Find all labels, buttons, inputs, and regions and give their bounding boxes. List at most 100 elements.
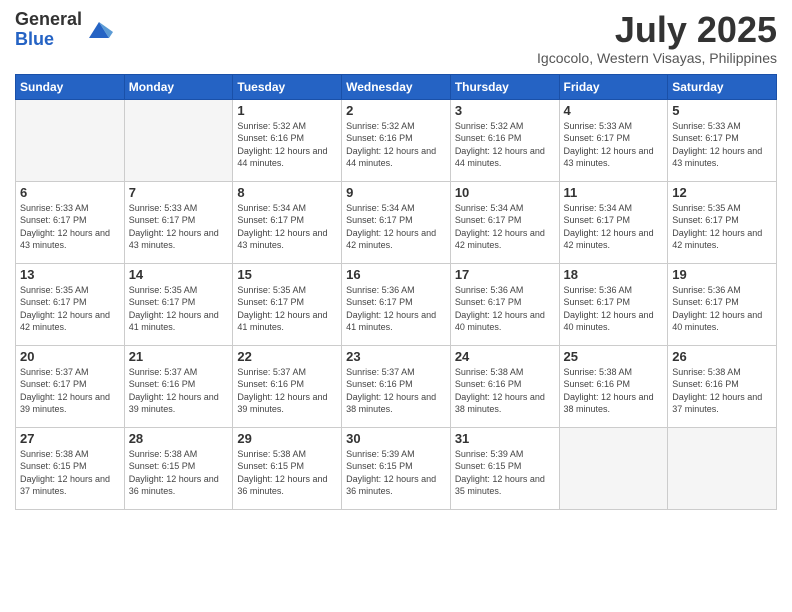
day-info: Sunrise: 5:33 AM Sunset: 6:17 PM Dayligh…	[20, 202, 120, 252]
calendar-cell: 14 Sunrise: 5:35 AM Sunset: 6:17 PM Dayli…	[124, 263, 233, 345]
weekday-header-thursday: Thursday	[450, 74, 559, 99]
day-info: Sunrise: 5:33 AM Sunset: 6:17 PM Dayligh…	[672, 120, 772, 170]
weekday-header-friday: Friday	[559, 74, 668, 99]
day-info: Sunrise: 5:32 AM Sunset: 6:16 PM Dayligh…	[237, 120, 337, 170]
calendar-cell: 8 Sunrise: 5:34 AM Sunset: 6:17 PM Daylig…	[233, 181, 342, 263]
calendar-cell: 28Sunrise: 5:38 AM Sunset: 6:15 PM Dayli…	[124, 427, 233, 509]
day-number: 19	[672, 267, 772, 282]
week-row-3: 13Sunrise: 5:35 AM Sunset: 6:17 PM Dayli…	[16, 263, 777, 345]
calendar-cell: 2 Sunrise: 5:32 AM Sunset: 6:16 PM Daylig…	[342, 99, 451, 181]
day-info: Sunrise: 5:34 AM Sunset: 6:17 PM Dayligh…	[237, 202, 337, 252]
day-info: Sunrise: 5:39 AM Sunset: 6:15 PM Dayligh…	[455, 448, 555, 498]
day-number: 1	[237, 103, 337, 118]
day-number: 11	[564, 185, 664, 200]
location: Igcocolo, Western Visayas, Philippines	[537, 50, 777, 66]
day-info: Sunrise: 5:37 AM Sunset: 6:16 PM Dayligh…	[129, 366, 229, 416]
day-number: 12	[672, 185, 772, 200]
day-number: 18	[564, 267, 664, 282]
week-row-1: 1 Sunrise: 5:32 AM Sunset: 6:16 PM Daylig…	[16, 99, 777, 181]
calendar-cell: 18 Sunrise: 5:36 AM Sunset: 6:17 PM Dayli…	[559, 263, 668, 345]
day-info: Sunrise: 5:35 AM Sunset: 6:17 PM Dayligh…	[129, 284, 229, 334]
calendar-cell: 16 Sunrise: 5:36 AM Sunset: 6:17 PM Dayli…	[342, 263, 451, 345]
day-info: Sunrise: 5:34 AM Sunset: 6:17 PM Dayligh…	[564, 202, 664, 252]
weekday-header-monday: Monday	[124, 74, 233, 99]
day-number: 8	[237, 185, 337, 200]
day-info: Sunrise: 5:38 AM Sunset: 6:15 PM Dayligh…	[20, 448, 120, 498]
day-number: 21	[129, 349, 229, 364]
calendar-cell: 10 Sunrise: 5:34 AM Sunset: 6:17 PM Dayli…	[450, 181, 559, 263]
day-number: 17	[455, 267, 555, 282]
header: General Blue July 2025 Igcocolo, Western…	[15, 10, 777, 66]
calendar-cell: 11 Sunrise: 5:34 AM Sunset: 6:17 PM Dayli…	[559, 181, 668, 263]
week-row-5: 27 Sunrise: 5:38 AM Sunset: 6:15 PM Dayli…	[16, 427, 777, 509]
day-info: Sunrise: 5:34 AM Sunset: 6:17 PM Dayligh…	[455, 202, 555, 252]
day-number: 26	[672, 349, 772, 364]
day-number: 16	[346, 267, 446, 282]
calendar-cell: 4Sunrise: 5:33 AM Sunset: 6:17 PM Daylig…	[559, 99, 668, 181]
calendar-cell: 26 Sunrise: 5:38 AM Sunset: 6:16 PM Dayli…	[668, 345, 777, 427]
day-number: 31	[455, 431, 555, 446]
calendar-cell: 30 Sunrise: 5:39 AM Sunset: 6:15 PM Dayli…	[342, 427, 451, 509]
day-info: Sunrise: 5:36 AM Sunset: 6:17 PM Dayligh…	[564, 284, 664, 334]
calendar-cell: 1 Sunrise: 5:32 AM Sunset: 6:16 PM Daylig…	[233, 99, 342, 181]
calendar-cell: 7 Sunrise: 5:33 AM Sunset: 6:17 PM Daylig…	[124, 181, 233, 263]
day-info: Sunrise: 5:35 AM Sunset: 6:17 PM Dayligh…	[672, 202, 772, 252]
logo-general: General	[15, 10, 82, 30]
day-info: Sunrise: 5:36 AM Sunset: 6:17 PM Dayligh…	[346, 284, 446, 334]
day-number: 22	[237, 349, 337, 364]
calendar-cell	[16, 99, 125, 181]
calendar-cell	[559, 427, 668, 509]
week-row-2: 6 Sunrise: 5:33 AM Sunset: 6:17 PM Daylig…	[16, 181, 777, 263]
calendar-cell: 27 Sunrise: 5:38 AM Sunset: 6:15 PM Dayli…	[16, 427, 125, 509]
day-number: 2	[346, 103, 446, 118]
logo-icon	[85, 16, 113, 44]
calendar-cell: 6 Sunrise: 5:33 AM Sunset: 6:17 PM Daylig…	[16, 181, 125, 263]
calendar-cell: 24 Sunrise: 5:38 AM Sunset: 6:16 PM Dayli…	[450, 345, 559, 427]
calendar-cell: 21 Sunrise: 5:37 AM Sunset: 6:16 PM Dayli…	[124, 345, 233, 427]
day-number: 20	[20, 349, 120, 364]
day-info: Sunrise: 5:36 AM Sunset: 6:17 PM Dayligh…	[672, 284, 772, 334]
calendar-cell: 19 Sunrise: 5:36 AM Sunset: 6:17 PM Dayli…	[668, 263, 777, 345]
day-number: 7	[129, 185, 229, 200]
week-row-4: 20 Sunrise: 5:37 AM Sunset: 6:17 PM Dayli…	[16, 345, 777, 427]
day-info: Sunrise: 5:35 AM Sunset: 6:17 PM Dayligh…	[237, 284, 337, 334]
day-info: Sunrise: 5:37 AM Sunset: 6:17 PM Dayligh…	[20, 366, 120, 416]
day-number: 24	[455, 349, 555, 364]
day-number: 15	[237, 267, 337, 282]
logo: General Blue	[15, 10, 113, 50]
calendar-cell: 3Sunrise: 5:32 AM Sunset: 6:16 PM Daylig…	[450, 99, 559, 181]
day-number: 4	[564, 103, 664, 118]
day-number: 10	[455, 185, 555, 200]
calendar-cell: 15 Sunrise: 5:35 AM Sunset: 6:17 PM Dayli…	[233, 263, 342, 345]
calendar-cell: 25Sunrise: 5:38 AM Sunset: 6:16 PM Dayli…	[559, 345, 668, 427]
day-number: 27	[20, 431, 120, 446]
header-right: July 2025 Igcocolo, Western Visayas, Phi…	[537, 10, 777, 66]
day-info: Sunrise: 5:39 AM Sunset: 6:15 PM Dayligh…	[346, 448, 446, 498]
weekday-header-sunday: Sunday	[16, 74, 125, 99]
calendar-cell: 13Sunrise: 5:35 AM Sunset: 6:17 PM Dayli…	[16, 263, 125, 345]
month-title: July 2025	[537, 10, 777, 50]
day-info: Sunrise: 5:38 AM Sunset: 6:16 PM Dayligh…	[564, 366, 664, 416]
calendar-cell: 23Sunrise: 5:37 AM Sunset: 6:16 PM Dayli…	[342, 345, 451, 427]
day-info: Sunrise: 5:32 AM Sunset: 6:16 PM Dayligh…	[346, 120, 446, 170]
day-number: 30	[346, 431, 446, 446]
day-number: 28	[129, 431, 229, 446]
day-info: Sunrise: 5:32 AM Sunset: 6:16 PM Dayligh…	[455, 120, 555, 170]
calendar-cell: 12 Sunrise: 5:35 AM Sunset: 6:17 PM Dayli…	[668, 181, 777, 263]
day-info: Sunrise: 5:38 AM Sunset: 6:16 PM Dayligh…	[672, 366, 772, 416]
logo-blue: Blue	[15, 30, 82, 50]
calendar: SundayMondayTuesdayWednesdayThursdayFrid…	[15, 74, 777, 510]
day-info: Sunrise: 5:38 AM Sunset: 6:16 PM Dayligh…	[455, 366, 555, 416]
day-info: Sunrise: 5:37 AM Sunset: 6:16 PM Dayligh…	[237, 366, 337, 416]
day-info: Sunrise: 5:38 AM Sunset: 6:15 PM Dayligh…	[237, 448, 337, 498]
page: General Blue July 2025 Igcocolo, Western…	[0, 0, 792, 612]
calendar-cell	[124, 99, 233, 181]
weekday-header-saturday: Saturday	[668, 74, 777, 99]
day-number: 14	[129, 267, 229, 282]
day-number: 29	[237, 431, 337, 446]
calendar-cell: 20 Sunrise: 5:37 AM Sunset: 6:17 PM Dayli…	[16, 345, 125, 427]
day-info: Sunrise: 5:33 AM Sunset: 6:17 PM Dayligh…	[129, 202, 229, 252]
calendar-cell: 29 Sunrise: 5:38 AM Sunset: 6:15 PM Dayli…	[233, 427, 342, 509]
day-number: 6	[20, 185, 120, 200]
calendar-cell: 9Sunrise: 5:34 AM Sunset: 6:17 PM Daylig…	[342, 181, 451, 263]
